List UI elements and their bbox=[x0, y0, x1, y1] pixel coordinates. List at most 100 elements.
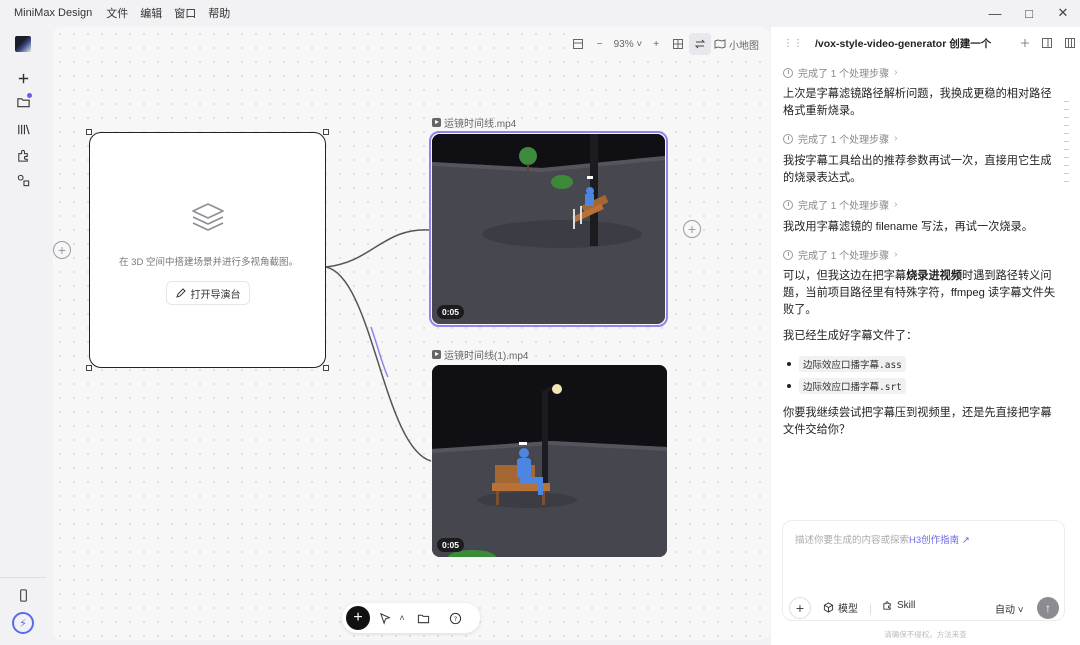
model-selector[interactable]: 模型 bbox=[823, 600, 858, 615]
menu-help[interactable]: 帮助 bbox=[208, 5, 230, 21]
edit-icon bbox=[175, 288, 186, 298]
split-view-icon[interactable] bbox=[1037, 32, 1058, 54]
menu-window[interactable]: 窗口 bbox=[174, 5, 196, 21]
new-icon[interactable] bbox=[11, 67, 35, 89]
grid-icon[interactable] bbox=[667, 33, 689, 55]
menu-file[interactable]: 文件 bbox=[106, 5, 128, 21]
creation-guide-link[interactable]: H3创作指南 ↗ bbox=[909, 535, 970, 546]
folder-icon[interactable] bbox=[11, 91, 35, 113]
notification-dot bbox=[27, 93, 32, 98]
video-2-timecode: 0:05 bbox=[437, 538, 465, 552]
bottom-toolbar: + ˄ ? bbox=[342, 603, 480, 633]
add-node-right-icon[interactable]: + bbox=[683, 220, 701, 238]
chevron-right-icon: › bbox=[894, 249, 898, 260]
project-avatar[interactable] bbox=[15, 36, 31, 52]
file-item-srt[interactable]: 边际效应口播字幕.srt bbox=[787, 378, 906, 394]
folder-icon[interactable] bbox=[412, 607, 434, 629]
clock-icon bbox=[783, 249, 793, 260]
menu-edit[interactable]: 编辑 bbox=[140, 5, 162, 21]
file-item-ass[interactable]: 边际效应口播字幕.ass bbox=[787, 356, 906, 372]
canvas-toolbar: − 93% ˅ + 小地图 bbox=[566, 33, 762, 55]
chat-title: /vox-style-video-generator 创建一个口播... bbox=[815, 37, 992, 50]
device-icon[interactable] bbox=[11, 584, 35, 606]
chat-header: ⋮⋮ /vox-style-video-generator 创建一个口播... bbox=[771, 27, 1080, 59]
panel-layout-icon[interactable] bbox=[1059, 32, 1080, 54]
assistant-message-3: 我改用字幕滤镜的 filename 写法，再试一次烧录。 bbox=[783, 221, 1033, 233]
close-icon[interactable]: ✕ bbox=[1046, 0, 1080, 26]
menu-bar: 文件 编辑 窗口 帮助 bbox=[106, 5, 242, 21]
chevron-right-icon: › bbox=[894, 133, 898, 144]
svg-text:?: ? bbox=[453, 614, 456, 622]
video-preview-1[interactable]: 0:05 bbox=[432, 134, 665, 324]
window-controls: — □ ✕ bbox=[978, 0, 1080, 26]
resize-handle-bl[interactable] bbox=[86, 365, 92, 371]
left-rail: ⚡ bbox=[0, 26, 46, 645]
chevron-right-icon: › bbox=[894, 67, 898, 78]
zoom-level[interactable]: 93% ˅ bbox=[611, 33, 646, 55]
chat-panel: ⋮⋮ /vox-style-video-generator 创建一个口播... … bbox=[771, 27, 1080, 645]
scene-node-card[interactable]: 在 3D 空间中搭建场景并进行多视角截图。 打开导演台 bbox=[86, 129, 329, 371]
brand-logo-icon[interactable]: ⚡ bbox=[12, 612, 34, 634]
chevron-up-icon[interactable]: ˄ bbox=[396, 607, 408, 629]
maximize-icon[interactable]: □ bbox=[1012, 0, 1046, 26]
pointer-icon[interactable] bbox=[374, 607, 396, 629]
assistant-message-1: 上次是字幕滤镜路径解析问题，我换成更稳的相对路径格式重新烧录。 bbox=[783, 88, 1052, 117]
rail-divider bbox=[0, 577, 46, 578]
composer-placeholder[interactable]: 描述你要生成的内容或探索H3创作指南 ↗ bbox=[795, 532, 970, 546]
scroll-indicator[interactable] bbox=[1064, 101, 1070, 189]
video-node-2[interactable]: 0:05 bbox=[432, 365, 667, 557]
attach-button[interactable]: + bbox=[789, 597, 811, 619]
processing-step-4[interactable]: 完成了 1 个处理步骤 › bbox=[783, 247, 897, 262]
edge-to-video-2 bbox=[325, 266, 432, 462]
assistant-question: 你要我继续尝试把字幕压到视频里，还是先直接把字幕文件交给你？ bbox=[783, 407, 1052, 436]
app-name: MiniMax Design bbox=[14, 7, 93, 19]
edge-to-video-1 bbox=[325, 229, 432, 268]
layers-icon bbox=[192, 203, 224, 231]
open-director-button[interactable]: 打开导演台 bbox=[166, 281, 250, 305]
canvas[interactable]: − 93% ˅ + 小地图 在 3D 空间中搭建场景并进行多视角截图。 打开导演… bbox=[53, 27, 770, 640]
help-icon[interactable]: ? bbox=[444, 607, 466, 629]
swap-icon[interactable] bbox=[689, 33, 712, 55]
add-node-left-icon[interactable]: + bbox=[53, 241, 71, 259]
title-bar: MiniMax Design 文件 编辑 窗口 帮助 — □ ✕ bbox=[0, 0, 1080, 26]
clock-icon bbox=[783, 133, 793, 144]
message-composer[interactable]: 描述你要生成的内容或探索H3创作指南 ↗ + 模型 | Skill 自动 ˅ ↑ bbox=[782, 520, 1065, 621]
video-2-label: 运镜时间线(1).mp4 bbox=[432, 347, 528, 362]
video-node-1[interactable]: 0:05 bbox=[429, 131, 668, 327]
auto-mode-dropdown[interactable]: 自动 ˅ bbox=[995, 601, 1024, 616]
map-icon bbox=[714, 39, 726, 49]
processing-step-3[interactable]: 完成了 1 个处理步骤 › bbox=[783, 197, 897, 212]
minimize-icon[interactable]: — bbox=[978, 0, 1012, 26]
clock-icon bbox=[783, 67, 793, 78]
video-file-icon bbox=[432, 118, 441, 127]
drag-handle-icon[interactable]: ⋮⋮ bbox=[783, 38, 803, 49]
video-1-timecode: 0:05 bbox=[437, 305, 465, 319]
plugin-icon[interactable] bbox=[11, 144, 35, 166]
processing-step-2[interactable]: 完成了 1 个处理步骤 › bbox=[783, 131, 897, 146]
edge-highlight bbox=[370, 326, 389, 378]
scene-thumbnail-2 bbox=[432, 365, 667, 557]
zoom-out-button[interactable]: − bbox=[589, 33, 611, 55]
processing-step-1[interactable]: 完成了 1 个处理步骤 › bbox=[783, 65, 897, 80]
video-file-icon bbox=[432, 350, 441, 359]
resize-handle-tl[interactable] bbox=[86, 129, 92, 135]
clock-icon bbox=[783, 199, 793, 210]
assistant-message-2: 我按字幕工具给出的推荐参数再试一次，直接用它生成的烧录表达式。 bbox=[783, 155, 1052, 184]
cube-icon bbox=[823, 602, 834, 613]
skill-selector[interactable]: Skill bbox=[882, 600, 915, 611]
chat-disclaimer: 请确保不侵权。方法来查 bbox=[884, 630, 967, 639]
shapes-icon[interactable] bbox=[11, 169, 35, 191]
library-icon[interactable] bbox=[11, 118, 35, 140]
send-button[interactable]: ↑ bbox=[1037, 597, 1059, 619]
zoom-in-button[interactable]: + bbox=[645, 33, 667, 55]
minimap-button[interactable]: 小地图 bbox=[711, 33, 762, 55]
add-button[interactable]: + bbox=[346, 606, 370, 630]
scene-thumbnail-1 bbox=[432, 134, 665, 324]
resize-handle-br[interactable] bbox=[323, 365, 329, 371]
video-1-label: 运镜时间线.mp4 bbox=[432, 115, 516, 130]
new-chat-icon[interactable] bbox=[1014, 32, 1035, 54]
puzzle-icon bbox=[883, 601, 891, 610]
resize-handle-tr[interactable] bbox=[323, 129, 329, 135]
node-description: 在 3D 空间中搭建场景并进行多视角截图。 bbox=[119, 257, 298, 268]
layout-icon[interactable] bbox=[567, 33, 589, 55]
